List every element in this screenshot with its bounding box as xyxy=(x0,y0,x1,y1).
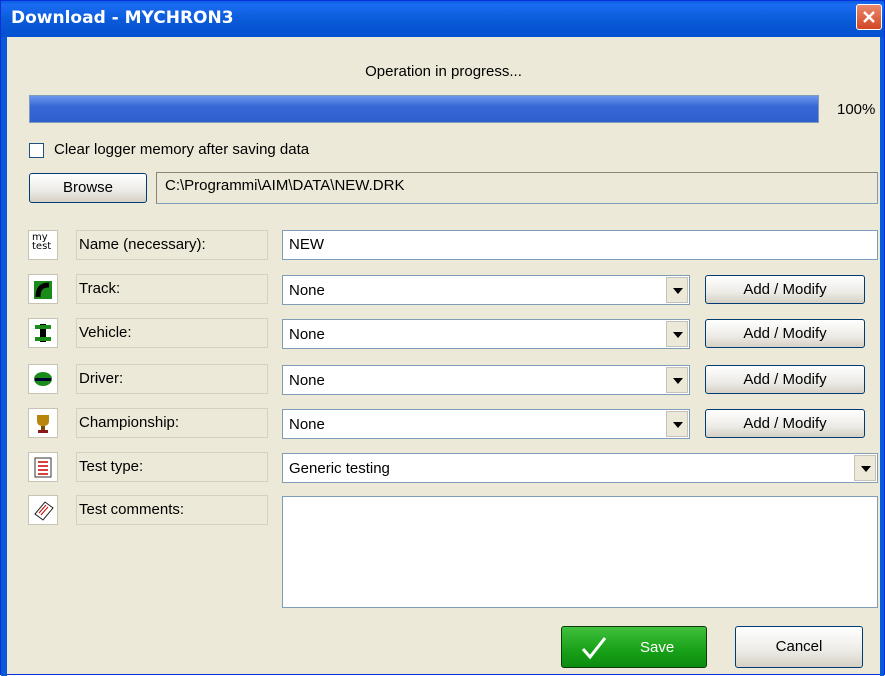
driver-icon xyxy=(28,364,58,394)
track-dropdown-arrow-icon[interactable] xyxy=(666,277,688,303)
test-type-select[interactable]: Generic testing xyxy=(282,453,878,483)
championship-value: None xyxy=(289,416,325,433)
vehicle-select[interactable]: None xyxy=(282,319,690,349)
clear-memory-label: Clear logger memory after saving data xyxy=(54,141,310,158)
track-add-modify-button[interactable]: Add / Modify xyxy=(705,275,865,304)
download-dialog: Download - MYCHRON3 Operation in progres… xyxy=(0,0,885,676)
cancel-button[interactable]: Cancel xyxy=(735,626,863,668)
vehicle-add-modify-button[interactable]: Add / Modify xyxy=(705,319,865,348)
vehicle-label: Vehicle: xyxy=(76,318,268,348)
window-title: Download - MYCHRON3 xyxy=(11,8,234,28)
track-icon xyxy=(28,274,58,304)
vehicle-value: None xyxy=(289,326,325,343)
test-comments-label: Test comments: xyxy=(76,495,268,525)
browse-button[interactable]: Browse xyxy=(29,173,147,203)
test-comments-input[interactable] xyxy=(282,496,878,608)
driver-dropdown-arrow-icon[interactable] xyxy=(666,367,688,393)
checklist-icon xyxy=(28,452,58,482)
test-type-label: Test type: xyxy=(76,452,268,482)
progress-percent: 100% xyxy=(837,101,876,118)
notes-icon xyxy=(28,495,58,525)
test-type-value: Generic testing xyxy=(289,460,390,477)
file-path-field: C:\Programmi\AIM\DATA\NEW.DRK xyxy=(156,172,878,204)
name-label: Name (necessary): xyxy=(76,230,268,260)
championship-select[interactable]: None xyxy=(282,409,690,439)
name-input[interactable]: NEW xyxy=(282,230,878,260)
test-type-dropdown-arrow-icon[interactable] xyxy=(854,455,876,481)
title-bar[interactable]: Download - MYCHRON3 xyxy=(1,1,884,37)
clear-memory-option[interactable]: Clear logger memory after saving data xyxy=(29,141,309,158)
driver-label: Driver: xyxy=(76,364,268,394)
save-button[interactable]: Save xyxy=(561,626,707,668)
close-button[interactable] xyxy=(856,4,882,30)
checkmark-icon xyxy=(581,637,607,660)
status-text: Operation in progress... xyxy=(365,63,522,80)
driver-value: None xyxy=(289,372,325,389)
close-icon xyxy=(863,11,875,23)
championship-add-modify-button[interactable]: Add / Modify xyxy=(705,409,865,438)
track-label: Track: xyxy=(76,274,268,304)
my-test-icon: my test xyxy=(28,230,58,260)
track-select[interactable]: None xyxy=(282,275,690,305)
progress-bar xyxy=(29,95,819,123)
driver-add-modify-button[interactable]: Add / Modify xyxy=(705,365,865,394)
window-border-left xyxy=(1,37,7,676)
vehicle-icon xyxy=(28,318,58,348)
trophy-icon xyxy=(28,408,58,438)
clear-memory-checkbox[interactable] xyxy=(29,142,44,158)
vehicle-dropdown-arrow-icon[interactable] xyxy=(666,321,688,347)
driver-select[interactable]: None xyxy=(282,365,690,395)
championship-label: Championship: xyxy=(76,408,268,438)
save-label: Save xyxy=(640,639,675,656)
championship-dropdown-arrow-icon[interactable] xyxy=(666,411,688,437)
track-value: None xyxy=(289,282,325,299)
window-border-right xyxy=(880,37,884,676)
